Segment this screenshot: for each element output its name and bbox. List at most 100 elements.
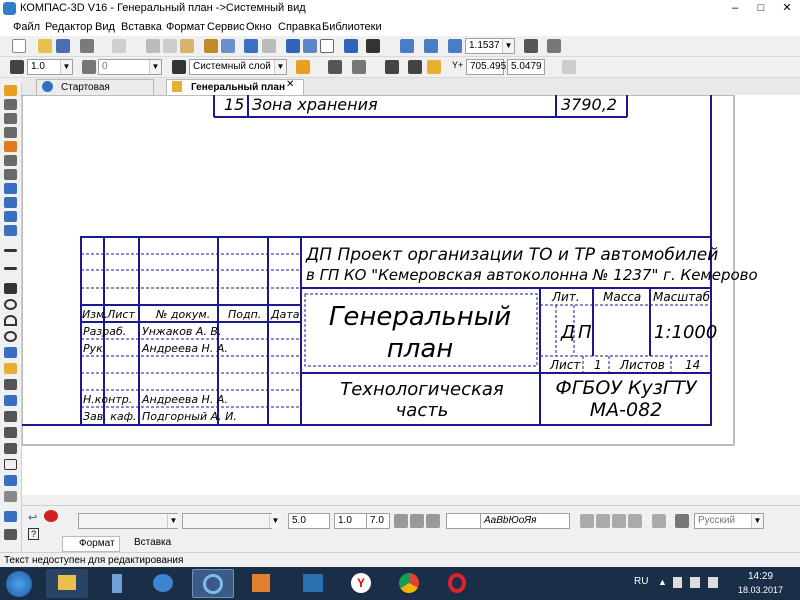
parametrization-icon[interactable] <box>4 141 17 152</box>
font-name-field[interactable] <box>78 513 178 529</box>
insert-icon[interactable] <box>4 225 17 236</box>
curve-icon[interactable] <box>4 395 17 406</box>
open-folder-icon[interactable] <box>38 39 52 53</box>
library-icon[interactable] <box>303 39 317 53</box>
coord-y-field[interactable]: 5.0479 <box>507 59 545 75</box>
select-icon[interactable] <box>4 169 17 180</box>
arc-icon[interactable] <box>4 315 17 326</box>
redo-icon[interactable] <box>262 39 276 53</box>
cursor-step-arrow[interactable]: ▼ <box>60 60 72 74</box>
spelling-icon[interactable] <box>675 514 689 528</box>
font-name-arrow[interactable]: ▼ <box>167 514 179 528</box>
help-pointer-icon[interactable] <box>366 39 380 53</box>
line-step-field[interactable]: 7.0 <box>366 513 390 529</box>
tab-insert[interactable]: Вставка <box>120 537 171 548</box>
italic-icon[interactable] <box>394 514 408 528</box>
block-icon[interactable] <box>4 511 17 522</box>
layer-select[interactable]: Системный слой (0) <box>189 59 287 75</box>
zoom-previous-icon[interactable] <box>424 39 438 53</box>
menu-service[interactable]: Сервис <box>207 21 245 33</box>
minimize-button[interactable]: – <box>722 0 748 17</box>
format-brush-icon[interactable] <box>204 39 218 53</box>
notation-icon[interactable] <box>4 113 17 124</box>
angle-step-arrow[interactable]: ▼ <box>149 60 161 74</box>
measure-icon[interactable] <box>4 155 17 166</box>
taskbar-opera-icon[interactable] <box>436 569 478 598</box>
snap-icon[interactable] <box>427 60 441 74</box>
function-icon[interactable] <box>320 39 334 53</box>
edit-icon[interactable] <box>4 127 17 138</box>
spec-icon[interactable] <box>4 197 17 208</box>
drawing-canvas[interactable]: 15 Зона хранения 3790,2 ДП Проект органи… <box>21 94 800 495</box>
fill-icon[interactable] <box>4 363 17 374</box>
taskbar-thunderbird-icon[interactable] <box>142 569 184 598</box>
align-left-icon[interactable] <box>580 514 594 528</box>
taskbar-321-icon[interactable] <box>292 569 334 598</box>
offset-icon[interactable] <box>4 427 17 438</box>
bold-icon[interactable] <box>410 514 424 528</box>
style-sample-field[interactable]: АаВbЮоЯя <box>480 513 570 529</box>
flag-icon[interactable] <box>673 577 682 588</box>
local-cs-icon[interactable] <box>385 60 399 74</box>
manager-icon[interactable] <box>286 39 300 53</box>
align-center-icon[interactable] <box>596 514 610 528</box>
menu-libraries[interactable]: Библиотеки <box>322 21 382 33</box>
style-field[interactable] <box>182 513 272 529</box>
tab-start-page[interactable]: Стартовая страница <box>36 79 154 108</box>
ortho-mode-icon[interactable] <box>408 60 422 74</box>
align-right-icon[interactable] <box>612 514 626 528</box>
reports-icon[interactable] <box>4 211 17 222</box>
sheet-icon[interactable] <box>562 60 576 74</box>
variables-icon[interactable] <box>344 39 358 53</box>
chamfer-icon[interactable] <box>4 379 17 390</box>
copy-icon[interactable] <box>163 39 177 53</box>
tab-close-icon[interactable]: ✕ <box>286 79 294 90</box>
associative-views-icon[interactable] <box>4 183 17 194</box>
taskbar-explorer-icon[interactable] <box>46 569 88 598</box>
segment-icon[interactable] <box>4 283 17 294</box>
menu-insert[interactable]: Вставка <box>121 21 162 33</box>
tab-general-plan[interactable]: Генеральный план <box>166 79 304 95</box>
paste-icon[interactable] <box>180 39 194 53</box>
taskbar-chrome-icon[interactable] <box>388 569 430 598</box>
menu-editor[interactable]: Редактор <box>45 21 92 33</box>
pattern-icon[interactable] <box>4 491 17 502</box>
maximize-button[interactable]: □ <box>748 0 774 17</box>
taskbar-yandex-icon[interactable]: Y <box>340 569 382 598</box>
rectangle-icon[interactable] <box>4 459 17 470</box>
layer-dropdown-arrow[interactable]: ▼ <box>274 60 286 74</box>
tab-format[interactable]: Формат <box>62 536 120 552</box>
refresh-icon[interactable] <box>547 39 561 53</box>
geometry-icon[interactable] <box>4 85 17 96</box>
taskbar-video-icon[interactable] <box>240 569 282 598</box>
list-icon[interactable] <box>652 514 666 528</box>
stop-icon[interactable] <box>44 510 58 522</box>
ellipse-icon[interactable] <box>4 331 17 342</box>
close-button[interactable]: ✕ <box>774 0 800 17</box>
panel-pin-icon[interactable]: ↩ <box>28 511 37 524</box>
cut-icon[interactable] <box>146 39 160 53</box>
new-document-icon[interactable] <box>12 39 26 53</box>
color-icon[interactable] <box>296 60 310 74</box>
volume-icon[interactable] <box>708 577 718 588</box>
taskbar-kompas-icon[interactable] <box>192 569 234 598</box>
network-icon[interactable] <box>690 577 700 588</box>
line-icon[interactable] <box>4 267 17 270</box>
style-arrow[interactable]: ▼ <box>269 514 281 528</box>
undo-icon[interactable] <box>244 39 258 53</box>
language-arrow[interactable]: ▼ <box>751 514 763 528</box>
spline-icon[interactable] <box>4 347 17 358</box>
clock-date[interactable]: 18.03.2017 <box>738 585 783 595</box>
menu-window[interactable]: Окно <box>246 21 272 33</box>
zoom-dropdown-arrow[interactable]: ▼ <box>502 39 514 53</box>
grid-icon[interactable] <box>352 60 366 74</box>
hatch-icon[interactable] <box>4 475 17 486</box>
menu-format[interactable]: Формат <box>166 21 205 33</box>
clock-time[interactable]: 14:29 <box>748 571 773 582</box>
coord-x-field[interactable]: 705.495 <box>466 59 506 75</box>
menu-help[interactable]: Справка <box>278 21 321 33</box>
contour-icon[interactable] <box>4 443 17 454</box>
print-icon[interactable] <box>80 39 94 53</box>
point-icon[interactable] <box>4 249 17 252</box>
circle-icon[interactable] <box>4 299 17 310</box>
